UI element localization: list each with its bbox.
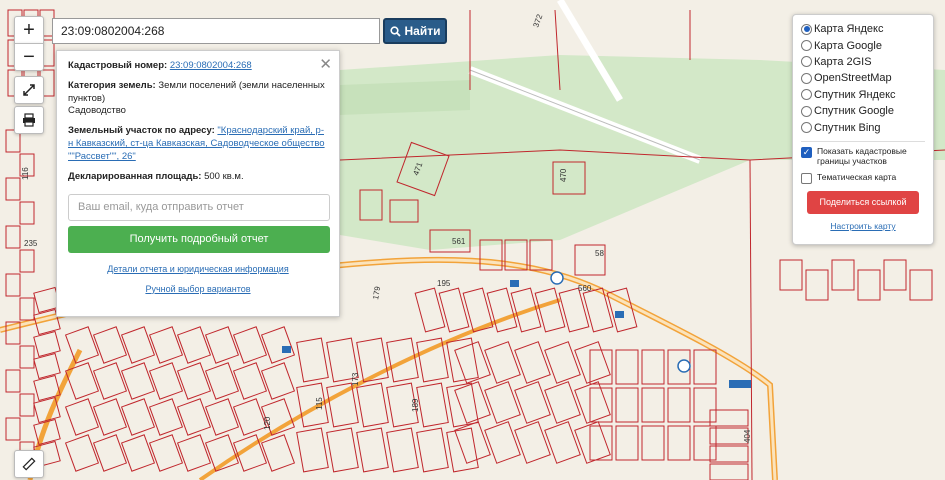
thematic-map-label: Тематическая карта — [817, 171, 897, 182]
search-button-label: Найти — [404, 24, 441, 38]
layer-option[interactable]: Карта 2GIS — [801, 54, 925, 70]
email-field[interactable] — [68, 193, 330, 221]
layer-option[interactable]: Спутник Google — [801, 103, 925, 119]
road-sign-icon — [510, 280, 519, 287]
layer-option[interactable]: Спутник Яндекс — [801, 87, 925, 103]
area-row: Декларированная площадь: 500 кв.м. — [68, 171, 328, 184]
print-icon[interactable] — [14, 106, 44, 134]
layer-option[interactable]: Карта Яндекс — [801, 21, 925, 37]
address-label: Земельный участок по адресу: — [68, 125, 215, 137]
plot-label: 116 — [21, 167, 30, 180]
cadastral-link[interactable]: 23:09:0802004:268 — [170, 60, 252, 71]
plot-label: 173 — [351, 372, 360, 386]
search-button[interactable]: Найти — [383, 18, 447, 44]
plot-label: 235 — [24, 239, 38, 248]
road-sign-icon — [282, 346, 291, 353]
manual-selection-link[interactable]: Ручной выбор вариантов — [145, 284, 250, 294]
get-report-button[interactable]: Получить подробный отчет — [68, 225, 330, 253]
layer-option-label: OpenStreetMap — [814, 72, 892, 85]
share-link-button[interactable]: Поделиться ссылкой — [807, 190, 919, 214]
layer-option[interactable]: Карта Google — [801, 37, 925, 53]
divider — [801, 140, 925, 142]
close-icon[interactable]: ✕ — [319, 55, 332, 75]
plot-label: 115 — [315, 397, 324, 410]
ruler-icon[interactable] — [14, 450, 44, 478]
layers-panel: Карта Яндекс Карта Google Карта 2GIS OpenSt… — [792, 14, 934, 245]
radio-icon[interactable] — [801, 105, 812, 117]
fullscreen-icon[interactable] — [14, 76, 44, 104]
layer-option-label: Спутник Яндекс — [814, 88, 896, 101]
category-label: Категория земель: — [68, 79, 156, 91]
layer-option-label: Спутник Bing — [814, 121, 881, 134]
layer-option-label: Карта Яндекс — [814, 23, 884, 36]
plot-label: 195 — [437, 279, 451, 288]
plot-label: 120 — [263, 416, 272, 430]
radio-icon[interactable] — [801, 72, 812, 84]
search-input[interactable] — [52, 18, 380, 44]
layer-option[interactable]: OpenStreetMap — [801, 70, 925, 86]
plot-label: 58 — [595, 249, 604, 258]
bus-stop-icon[interactable] — [677, 359, 691, 373]
report-details-link[interactable]: Детали отчета и юридическая информация — [107, 264, 288, 274]
radio-icon[interactable] — [801, 56, 812, 68]
layer-option-label: Карта 2GIS — [814, 55, 872, 68]
configure-map-link[interactable]: Настроить карту — [830, 221, 895, 231]
area-label: Декларированная площадь: — [68, 170, 202, 182]
plot-label: 560 — [578, 284, 592, 293]
area-value: 500 кв.м. — [204, 170, 244, 182]
bus-stop-icon[interactable] — [550, 271, 564, 285]
layer-option[interactable]: Спутник Bing — [801, 119, 925, 135]
cadastral-label: Кадастровый номер: — [68, 60, 168, 71]
plot-label: 404 — [743, 429, 752, 443]
radio-icon[interactable] — [801, 122, 812, 134]
checkbox-checked-icon[interactable]: ✓ — [801, 147, 812, 158]
plot-label: 189 — [411, 398, 420, 412]
radio-icon[interactable] — [801, 23, 812, 35]
address-row: Земельный участок по адресу: "Краснодарс… — [68, 125, 328, 163]
category-use: Садоводство — [68, 105, 126, 117]
road-sign-icon — [729, 380, 751, 388]
layer-option-label: Карта Google — [814, 39, 882, 52]
category-row: Категория земель: Земли поселений (земли… — [68, 80, 328, 118]
plot-label: 470 — [559, 168, 568, 182]
radio-icon[interactable] — [801, 89, 812, 101]
green-area — [340, 80, 470, 115]
road-sign-icon — [615, 311, 624, 318]
parcel-info-panel: ✕ Кадастровый номер: 23:09:0802004:268 К… — [56, 50, 340, 317]
cadastral-row: Кадастровый номер: 23:09:0802004:268 — [68, 60, 328, 73]
plot-label: 561 — [452, 237, 466, 246]
layer-option-label: Спутник Google — [814, 105, 894, 118]
layer-options: Карта Яндекс Карта Google Карта 2GIS OpenSt… — [801, 21, 925, 136]
zoom-in-button[interactable]: + — [14, 16, 44, 44]
show-boundaries-label: Показать кадастровые границы участков — [817, 145, 907, 167]
show-boundaries-toggle[interactable]: ✓ Показать кадастровые границы участков — [801, 146, 925, 167]
radio-icon[interactable] — [801, 40, 812, 52]
thematic-map-toggle[interactable]: Тематическая карта — [801, 172, 925, 184]
checkbox-icon[interactable] — [801, 172, 812, 184]
zoom-out-button[interactable]: − — [14, 43, 44, 71]
search-icon — [389, 25, 401, 37]
